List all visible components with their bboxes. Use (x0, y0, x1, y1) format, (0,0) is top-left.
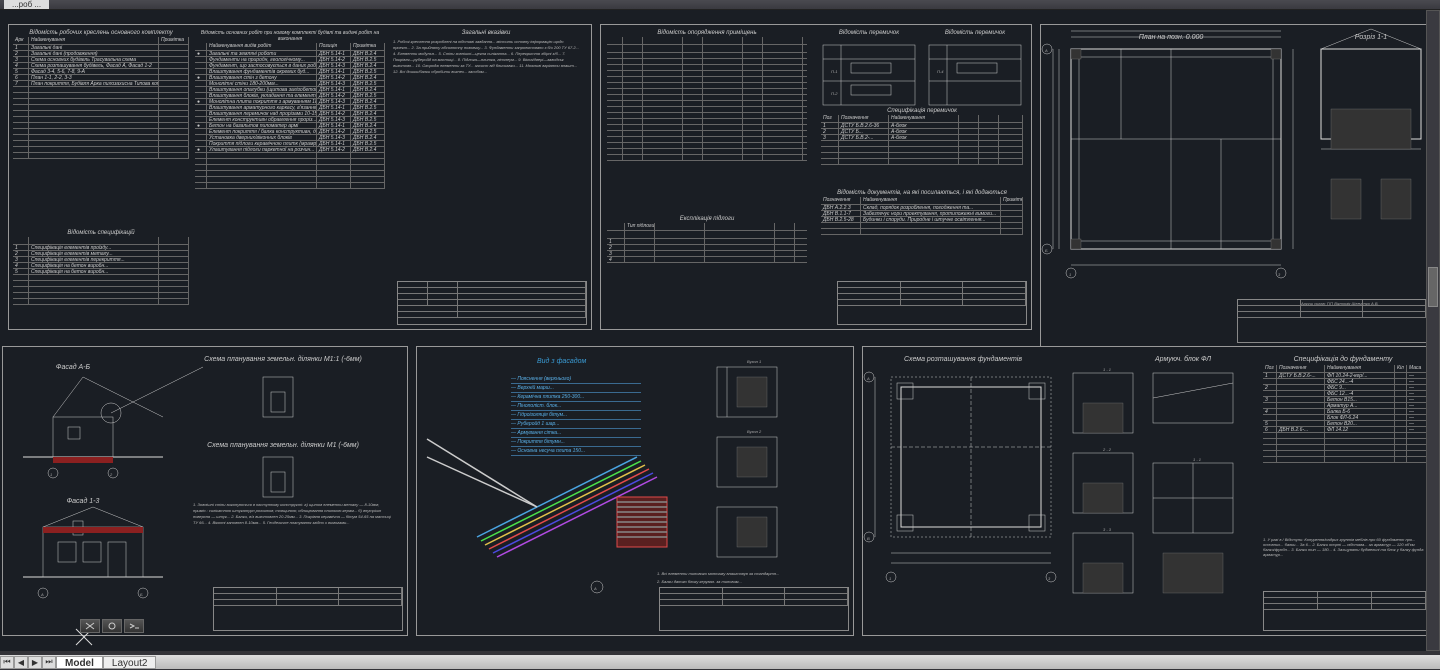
table-works-list: Відомість основних робіт при новому комп… (195, 29, 385, 189)
svg-text:3 - 3: 3 - 3 (1103, 527, 1112, 532)
svg-text:Схема планування земельн. діля: Схема планування земельн. ділянки М1:1 (… (204, 355, 362, 363)
cli-close-icon[interactable] (80, 619, 100, 633)
svg-text:3: 3 (1048, 576, 1051, 581)
cli-prompt-icon[interactable] (124, 619, 144, 633)
title-block (1263, 591, 1427, 631)
svg-text:А: А (866, 376, 870, 381)
drawing-viewport[interactable]: — ▢ ✕ N S W E TOP WCS ▾ Відомість робочи… (0, 10, 1440, 651)
svg-text:1 - 1: 1 - 1 (1193, 457, 1201, 462)
svg-text:В: В (867, 536, 870, 541)
table-references: Відомість документів, на які посилаються… (821, 189, 1023, 235)
svg-text:А: А (40, 592, 44, 597)
table-room-finish: Відомість опорядження приміщень (607, 29, 807, 161)
document-tab-bar: ...роб ... (0, 0, 1440, 10)
vertical-scrollbar[interactable] (1426, 10, 1440, 651)
title-block (1237, 299, 1427, 343)
svg-text:Схема розташування фундаментів: Схема розташування фундаментів (904, 355, 1022, 363)
svg-text:2: 2 (109, 472, 113, 477)
general-notes: Загальні вказівки 1. Робочі креслення ро… (391, 29, 581, 77)
svg-text:1 - 1: 1 - 1 (1103, 367, 1111, 372)
sheet-4: Фасад А-Б Схема планування земельн. діля… (2, 346, 408, 636)
facade-notes: 1. Зовнішні стіни виконуються в наступно… (193, 502, 393, 526)
sheet-1: Відомість робочих креслень основного ком… (8, 24, 592, 330)
roof-note1: 1. Всі елементи типового монтажу влаштов… (657, 571, 779, 576)
title-block (837, 281, 1027, 325)
table-foundation-spec: ПозПозначенняНайменуванняКілМаса1ДСТУ Б.… (1263, 365, 1427, 463)
svg-text:Вузол 1: Вузол 1 (747, 359, 761, 364)
svg-text:Розріз 1-1: Розріз 1-1 (1355, 33, 1388, 41)
svg-text:Специфікація до фундаменту: Специфікація до фундаменту (1294, 355, 1393, 363)
tab-nav-prev[interactable]: ◀ (14, 656, 28, 669)
table-lintels-2: Відомість перемичок П-4 (927, 29, 1023, 112)
svg-text:Б: Б (140, 592, 143, 597)
tab-nav-last[interactable]: ⏭ (42, 656, 56, 669)
svg-text:А: А (593, 586, 597, 591)
svg-text:1: 1 (1069, 272, 1071, 277)
sheet-3: План на позн. 0.000 Розріз 1-1 А Б (1040, 24, 1432, 348)
tab-layout2[interactable]: Layout2 (103, 656, 157, 669)
tab-model[interactable]: Model (56, 656, 103, 669)
cli-wrench-icon[interactable] (102, 619, 122, 633)
sheet-6: Схема розташування фундаментів Армуюч. б… (862, 346, 1432, 636)
table-lintels-1: Відомість перемичок П-1 П-2 (821, 29, 917, 112)
table-specifications: Відомість специфікацій 1Специфікація еле… (13, 229, 189, 305)
roof-legend: — Пояснення (верхнього)— Верхній марш...… (511, 375, 641, 456)
svg-text:П-4: П-4 (937, 69, 944, 74)
title-block (659, 587, 849, 631)
title-block (397, 281, 587, 325)
sheet-2: Відомість опорядження приміщень Відоміст… (600, 24, 1032, 330)
roof-note2: 2. Балки даного блоку керувал. за типови… (657, 579, 742, 584)
document-tab[interactable]: ...роб ... (4, 0, 49, 9)
svg-text:3: 3 (1278, 272, 1281, 277)
table-floor-expl: Експлікація підлоги Тип підлоги 1234 (607, 215, 807, 263)
tab-nav-next[interactable]: ▶ (28, 656, 42, 669)
command-line-controls (80, 619, 144, 633)
svg-text:Фасад 1-3: Фасад 1-3 (67, 497, 100, 505)
svg-text:1: 1 (50, 472, 52, 477)
svg-text:П-2: П-2 (831, 91, 838, 96)
scrollbar-thumb[interactable] (1428, 267, 1438, 307)
foundation-notes: 1. У разі в / Відступи: Конурення/надрих… (1263, 537, 1427, 557)
svg-text:Вузол 2: Вузол 2 (747, 429, 762, 434)
svg-text:П-1: П-1 (831, 69, 837, 74)
sheet-5: Вид з фасадом А (416, 346, 854, 636)
svg-text:Схема планування земельн. діля: Схема планування земельн. ділянки М1 (-6… (207, 441, 359, 449)
svg-text:2 - 2: 2 - 2 (1102, 447, 1112, 452)
svg-text:Б: Б (1045, 248, 1048, 253)
svg-text:1: 1 (889, 576, 891, 581)
table-lintel-spec: Специфікація перемичок ПозПозначенняНайм… (821, 107, 1023, 165)
svg-text:Фасад А-Б: Фасад А-Б (56, 363, 91, 371)
table-drawings-list: Відомість робочих креслень основного ком… (13, 29, 189, 159)
svg-text:Армуюч. блок ФЛ: Армуюч. блок ФЛ (1154, 355, 1211, 363)
svg-text:Вид з фасадом: Вид з фасадом (537, 357, 586, 365)
svg-text:План на позн. 0.000: План на позн. 0.000 (1139, 34, 1204, 41)
svg-text:А: А (1044, 48, 1048, 53)
layout-tab-bar: ⏮ ◀ ▶ ⏭ Model Layout2 (0, 655, 1440, 669)
title-block (213, 587, 403, 631)
tab-nav-first[interactable]: ⏮ (0, 656, 14, 669)
